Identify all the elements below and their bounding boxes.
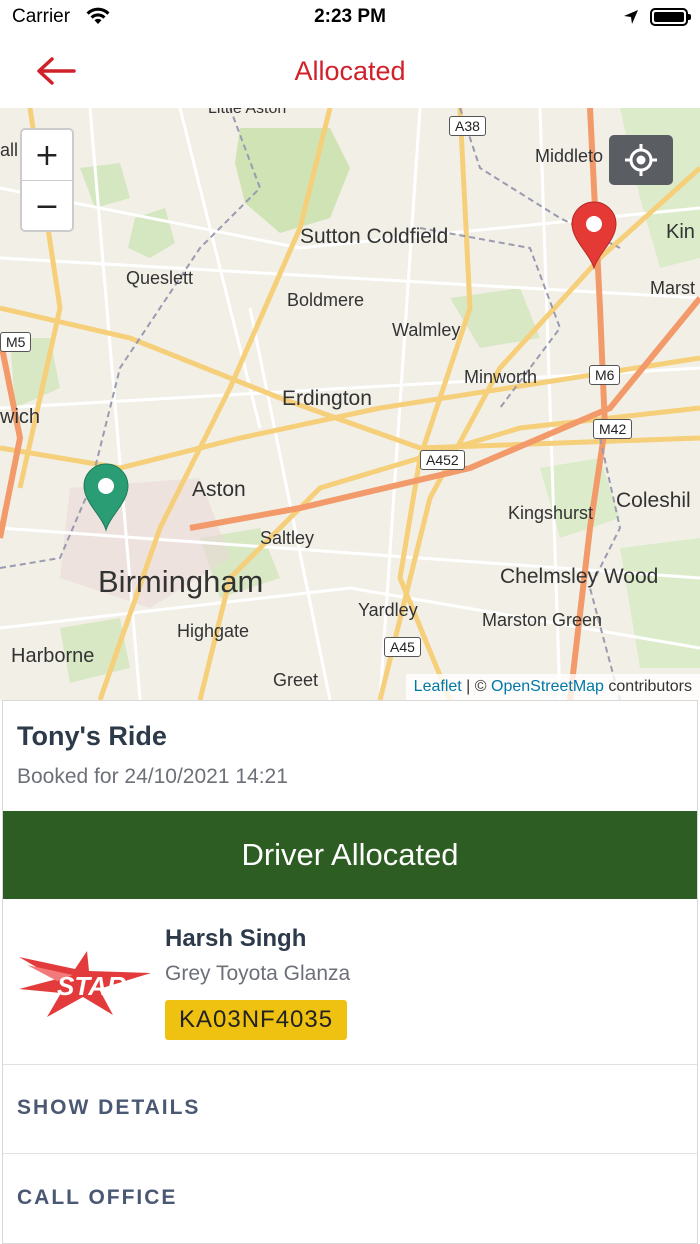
road-shield: A38 xyxy=(449,116,486,136)
ride-status-banner: Driver Allocated xyxy=(3,811,697,899)
map-label: Yardley xyxy=(358,600,418,620)
attribution-separator: | © xyxy=(461,678,491,695)
map-label: Greet xyxy=(273,670,319,690)
booking-time: Booked for 24/10/2021 14:21 xyxy=(17,765,288,788)
map-label: Harborne xyxy=(11,645,95,667)
road-shield: A45 xyxy=(384,637,421,657)
map-label: Highgate xyxy=(177,621,250,641)
crosshair-icon xyxy=(625,144,657,176)
road-shield: M42 xyxy=(593,419,633,439)
map-label: Minworth xyxy=(464,367,538,387)
map-label: Marst xyxy=(650,278,695,298)
license-plate: KA03NF4035 xyxy=(165,1000,348,1040)
ride-card: Tony's Ride Booked for 24/10/2021 14:21 … xyxy=(2,700,698,1244)
driver-name: Harsh Singh xyxy=(165,925,307,952)
leaflet-link[interactable]: Leaflet xyxy=(414,678,462,695)
nav-bar: Allocated xyxy=(0,36,700,108)
map-label: Aston xyxy=(192,478,246,501)
map-label: Little Aston xyxy=(208,108,287,117)
road-shield: M6 xyxy=(589,365,621,385)
map-label: Marston Green xyxy=(482,610,603,630)
page-title: Allocated xyxy=(294,56,406,86)
zoom-out-button[interactable]: − xyxy=(22,181,72,231)
battery-icon xyxy=(650,8,691,26)
company-logo: STAR xyxy=(19,951,151,1017)
zoom-in-button[interactable]: + xyxy=(22,130,72,181)
pickup-marker-icon[interactable] xyxy=(82,462,130,532)
map-label: Boldmere xyxy=(287,290,365,310)
map-label: Chelmsley Wood xyxy=(500,565,659,588)
map-label: Saltley xyxy=(260,528,315,548)
map-label: Middleto xyxy=(535,146,604,166)
dropoff-marker-icon[interactable] xyxy=(570,200,618,270)
location-arrow-icon xyxy=(624,10,638,24)
map-label: Sutton Coldfield xyxy=(300,225,449,248)
map-label: all xyxy=(0,140,19,160)
vehicle-description: Grey Toyota Glanza xyxy=(165,962,351,985)
clock: 2:23 PM xyxy=(314,6,386,27)
show-details-button[interactable]: SHOW DETAILS xyxy=(3,1064,697,1154)
locate-me-button[interactable] xyxy=(609,135,673,185)
map-view[interactable]: Little Aston Middleto Sutton Coldfield K… xyxy=(0,108,700,700)
road-shield: A452 xyxy=(420,450,465,470)
ride-title: Tony's Ride xyxy=(17,721,167,751)
attribution-rest: contributors xyxy=(603,678,692,695)
driver-info: STAR Harsh Singh Grey Toyota Glanza KA03… xyxy=(3,899,697,1065)
map-label: Erdington xyxy=(282,387,372,410)
status-bar: Carrier 2:23 PM xyxy=(0,0,700,36)
map-attribution: Leaflet | © OpenStreetMap contributors xyxy=(405,674,700,700)
osm-link[interactable]: OpenStreetMap xyxy=(491,678,604,695)
map-label: Birmingham xyxy=(98,564,264,599)
map-label: Kin xyxy=(666,221,695,243)
call-office-label: CALL OFFICE xyxy=(17,1186,178,1209)
road-shield: M5 xyxy=(0,332,32,352)
show-details-label: SHOW DETAILS xyxy=(17,1096,201,1119)
map-label: Kingshurst xyxy=(508,503,594,523)
map-label: Queslett xyxy=(126,268,194,288)
company-logo-text: STAR xyxy=(57,971,126,1001)
zoom-control: + − xyxy=(20,128,74,232)
call-office-button[interactable]: CALL OFFICE xyxy=(3,1154,697,1243)
map-label: Coleshil xyxy=(616,489,691,512)
map-label: wich xyxy=(0,406,41,428)
map-label: Walmley xyxy=(392,320,461,340)
